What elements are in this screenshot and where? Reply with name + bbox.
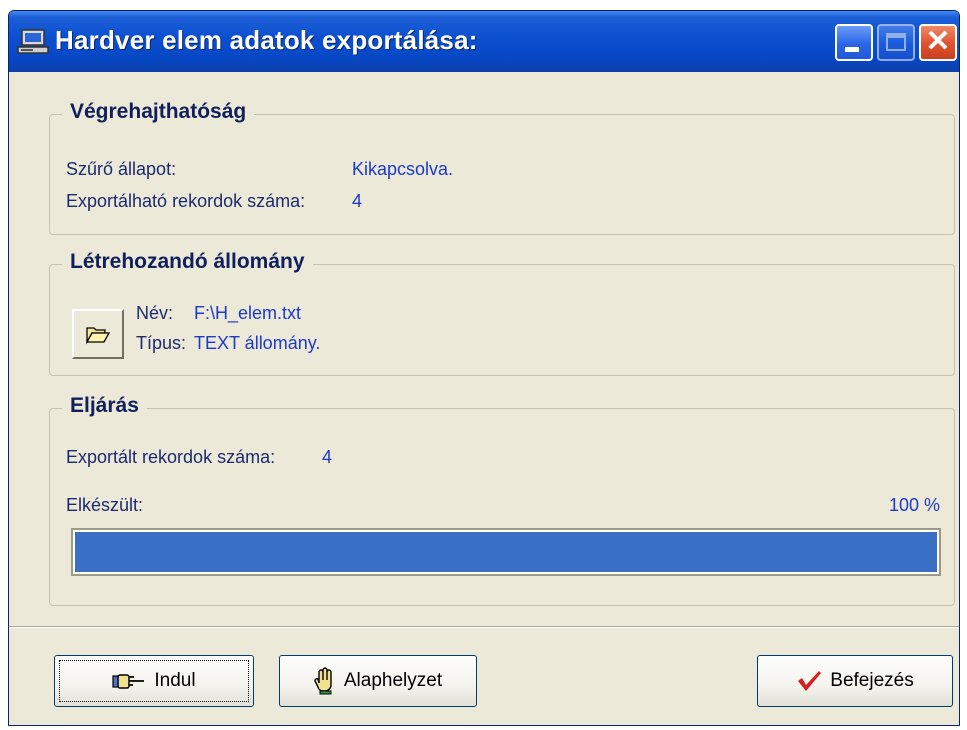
filter-status-label: Szűrő állapot: <box>66 159 177 179</box>
exported-records-value: 4 <box>322 447 333 467</box>
done-percent: 100 % <box>888 495 940 515</box>
finish-button-label: Befejezés <box>830 670 914 691</box>
output-file-group: Létrehozandó állomány Név: F:\H_elem.txt… <box>49 250 955 376</box>
browse-file-button[interactable] <box>72 309 124 359</box>
progress-fill <box>75 532 937 572</box>
exported-records-label: Exportált rekordok száma: <box>66 447 276 467</box>
executability-group: Végrehajthatóság Szűrő állapot: Kikapcso… <box>49 100 955 235</box>
start-button-label: Indul <box>154 670 196 691</box>
computer-icon <box>17 29 51 55</box>
finish-button[interactable]: Befejezés <box>757 655 953 707</box>
procedure-group: Eljárás Exportált rekordok száma: 4 Elké… <box>49 394 955 606</box>
export-dialog: Hardver elem adatok exportálása: ✕ Végre… <box>8 10 960 726</box>
folder-open-icon <box>86 327 110 345</box>
reset-button-label: Alaphelyzet <box>343 670 443 691</box>
window-title: Hardver elem adatok exportálása: <box>55 25 478 55</box>
done-label: Elkészült: <box>66 495 144 515</box>
output-file-title: Létrehozandó állomány <box>62 250 313 274</box>
file-name-value: F:\H_elem.txt <box>194 303 302 323</box>
minimize-button[interactable] <box>835 24 873 61</box>
file-type-value: TEXT állomány. <box>194 333 321 353</box>
executability-title: Végrehajthatóság <box>62 100 255 124</box>
minimize-icon <box>845 47 859 52</box>
file-type-label: Típus: <box>136 333 187 353</box>
exportable-records-value: 4 <box>352 191 363 211</box>
maximize-button <box>877 24 915 61</box>
reset-button[interactable]: Alaphelyzet <box>279 655 477 707</box>
close-icon: ✕ <box>925 25 951 58</box>
raised-hand-icon <box>314 667 332 695</box>
start-button[interactable]: Indul <box>54 655 254 707</box>
progress-bar <box>71 528 941 576</box>
maximize-icon <box>886 33 906 51</box>
footer-divider <box>9 626 959 628</box>
procedure-title: Eljárás <box>62 394 147 418</box>
checkmark-icon <box>798 671 822 691</box>
file-name-label: Név: <box>136 303 174 323</box>
close-button[interactable]: ✕ <box>919 24 957 61</box>
filter-status-value: Kikapcsolva. <box>352 159 454 179</box>
exportable-records-label: Exportálható rekordok száma: <box>66 191 306 211</box>
title-bar[interactable]: Hardver elem adatok exportálása: ✕ <box>9 11 959 72</box>
